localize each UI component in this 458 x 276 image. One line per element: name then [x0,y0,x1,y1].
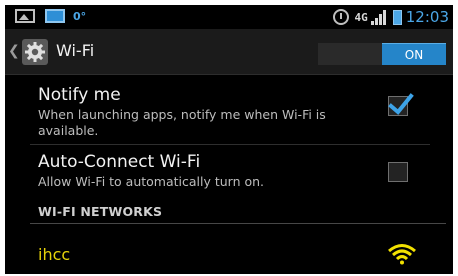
setting-summary: When launching apps, notify me when Wi-F… [38,107,326,138]
section-divider [30,223,446,224]
notification-icon [45,9,65,23]
setting-title: Notify me [38,85,121,105]
network-row-ihcc[interactable] [5,225,453,274]
temperature-text: 0° [73,9,87,23]
wifi-toggle-switch[interactable]: ON [318,43,446,65]
settings-gear-icon[interactable] [21,38,49,66]
page-title: Wi-Fi [56,41,95,60]
wifi-signal-icon [388,244,416,265]
notify-me-checkbox[interactable] [388,93,414,116]
back-chevron-icon[interactable]: ❮ [8,43,20,59]
clock-text: 12:03 [405,8,449,26]
checkmark-icon [388,93,414,115]
setting-row-auto-connect[interactable]: Auto-Connect Wi-Fi Allow Wi-Fi to automa… [5,145,453,195]
battery-icon [392,9,402,25]
setting-summary: Allow Wi-Fi to automatically turn on. [38,174,265,189]
setting-title: Auto-Connect Wi-Fi [38,152,201,172]
toggle-on-label: ON [382,43,446,65]
auto-connect-checkbox[interactable] [388,162,408,182]
network-type-text: 4G [354,10,368,24]
section-header-wifi-networks: WI-FI NETWORKS [38,204,163,219]
device-screen: 0° 4G 12:03 ❮ Wi-Fi ON Notify me When la… [5,5,453,274]
gallery-icon [15,9,35,23]
status-bar: 0° 4G 12:03 [5,5,453,29]
action-bar: ❮ Wi-Fi ON [5,29,453,75]
alarm-icon [332,9,349,25]
network-name: ihcc [38,245,71,264]
signal-icon [370,9,389,25]
setting-row-notify-me[interactable]: Notify me When launching apps, notify me… [5,76,453,144]
